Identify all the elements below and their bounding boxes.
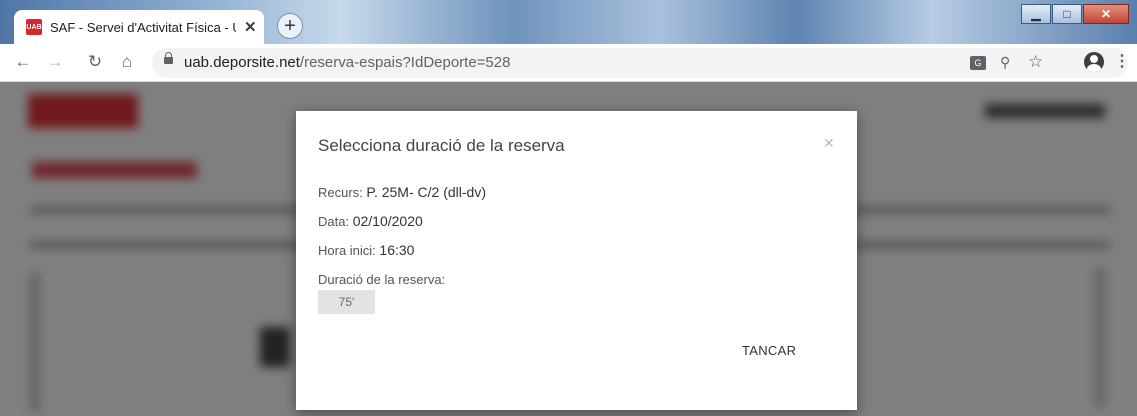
forward-arrow-icon[interactable]: →: [44, 52, 66, 72]
url-text[interactable]: uab.deporsite.net/reserva-espais?IdDepor…: [184, 54, 510, 71]
site-favicon-icon: UAB: [26, 19, 42, 35]
star-icon[interactable]: ☆: [1028, 52, 1043, 72]
home-icon[interactable]: ⌂: [116, 52, 138, 72]
back-arrow-icon[interactable]: ←: [12, 52, 34, 72]
start-time-label: Hora inici:: [318, 243, 376, 258]
modal-title: Selecciona duració de la reserva: [318, 136, 565, 155]
date-label: Data:: [318, 214, 350, 229]
duration-label: Duració de la reserva:: [318, 272, 446, 287]
close-icon[interactable]: ✕: [1083, 4, 1129, 24]
profile-icon[interactable]: [1084, 52, 1104, 72]
address-bar[interactable]: uab.deporsite.net/reserva-espais?IdDepor…: [152, 48, 1128, 78]
close-icon[interactable]: ✕: [823, 135, 835, 152]
start-time-field: Hora inici: 16:30: [318, 242, 414, 258]
resource-field: Recurs: P. 25M- C/2 (dll-dv): [318, 184, 486, 200]
lock-icon: [164, 52, 173, 64]
url-host: uab.deporsite.net: [184, 54, 300, 71]
maximize-icon[interactable]: □: [1052, 4, 1082, 24]
date-value: 02/10/2020: [352, 213, 423, 229]
zoom-icon[interactable]: ⚲: [1000, 54, 1010, 71]
tab-title: SAF - Servei d'Activitat Física - U: [50, 19, 236, 35]
duration-modal: Selecciona duració de la reserva ✕ Recur…: [296, 111, 857, 410]
more-menu-icon[interactable]: ⋮: [1114, 51, 1130, 71]
close-icon[interactable]: ✕: [244, 18, 257, 36]
minimize-icon[interactable]: ▁: [1021, 4, 1051, 24]
window-controls: ▁ □ ✕: [1021, 4, 1129, 24]
url-path: /reserva-espais?IdDeporte=528: [299, 54, 511, 71]
reload-icon[interactable]: ↻: [84, 52, 106, 72]
plus-icon[interactable]: +: [277, 13, 303, 39]
resource-value: P. 25M- C/2 (dll-dv): [366, 184, 486, 200]
start-time-value: 16:30: [379, 242, 415, 258]
duration-option-button[interactable]: 75': [318, 290, 375, 314]
browser-tab[interactable]: UAB SAF - Servei d'Activitat Física - U …: [14, 10, 264, 44]
close-modal-button[interactable]: TANCAR: [742, 343, 796, 358]
window-titlebar: UAB SAF - Servei d'Activitat Física - U …: [0, 0, 1137, 44]
resource-label: Recurs:: [318, 185, 363, 200]
date-field: Data: 02/10/2020: [318, 213, 423, 229]
browser-toolbar: ← → ↻ ⌂ uab.deporsite.net/reserva-espais…: [0, 44, 1137, 82]
translate-icon[interactable]: G: [970, 56, 986, 70]
